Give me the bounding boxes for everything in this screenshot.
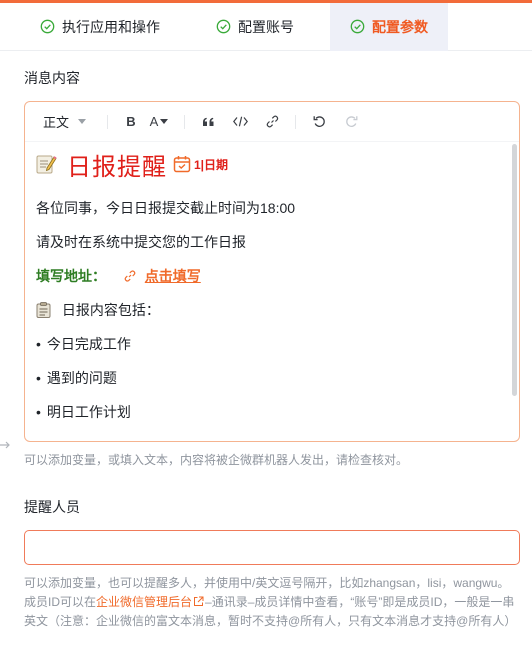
external-link-icon[interactable] — [193, 596, 204, 607]
tab-label: 执行应用和操作 — [62, 19, 160, 35]
font-color-icon: A — [149, 114, 159, 129]
message-content-label: 消息内容 — [24, 70, 80, 86]
toolbar-divider — [107, 114, 108, 129]
message-help-text: 可以添加变量，或填入文本，内容将被企微群机器人发出，请检查核对。 — [24, 453, 409, 467]
paragraph-style-value: 正文 — [43, 115, 70, 130]
check-circle-icon — [40, 19, 55, 34]
chevron-down-icon — [78, 119, 87, 124]
bullet-icon: • — [36, 404, 41, 420]
toolbar-divider — [184, 114, 185, 129]
heading-line: 日报提醒 1|日期 — [35, 148, 229, 181]
reminder-help-line-2: 成员ID可以在企业微信管理后台 –通讯录–成员详情中查看，“账号”即是成员ID，一… — [24, 595, 515, 609]
editor-toolbar: 正文 B A — [25, 102, 519, 142]
reminder-help-line-1: 可以添加变量，也可以提醒多人，并使用中/英文逗号隔开，比如zhangsan，li… — [24, 576, 510, 590]
tab-label: 配置账号 — [238, 19, 294, 35]
bold-icon: B — [126, 114, 136, 129]
step-tabs: 执行应用和操作 配置账号 配置参数 — [0, 3, 532, 51]
toolbar-divider — [295, 114, 296, 129]
drag-arrow-icon — [0, 441, 10, 449]
tab-account[interactable]: 配置账号 — [188, 3, 330, 51]
list-intro-text: 日报内容包括： — [61, 302, 160, 318]
rich-text-editor[interactable]: 正文 B A 日报提醒 1|日期 各位同事，今日日报提交截止时间为18:00 请… — [24, 101, 520, 442]
reminder-label: 提醒人员 — [24, 499, 80, 515]
undo-icon — [313, 116, 325, 127]
list-item: • 明日工作计划 — [36, 404, 131, 420]
code-icon — [232, 116, 248, 127]
heading-title: 日报提醒 — [67, 153, 167, 181]
link-icon — [266, 115, 278, 128]
address-label: 填写地址： — [36, 268, 106, 284]
redo-icon — [345, 116, 357, 127]
reminder-input[interactable] — [25, 531, 519, 564]
wecom-admin-link[interactable]: 企业微信管理后台 — [96, 595, 192, 609]
list-intro-line: 日报内容包括： — [36, 300, 160, 320]
tab-label: 配置参数 — [372, 19, 428, 35]
chevron-down-icon — [160, 118, 169, 124]
reminder-input-box — [24, 530, 520, 565]
clipboard-icon — [36, 302, 51, 318]
list-item: • 今日完成工作 — [36, 336, 131, 352]
list-item: • 遇到的问题 — [36, 370, 117, 386]
link-button[interactable] — [259, 109, 285, 135]
tab-params[interactable]: 配置参数 — [330, 3, 448, 51]
font-color-button[interactable]: A — [144, 109, 174, 135]
link-icon — [124, 270, 136, 282]
bold-button[interactable]: B — [118, 109, 144, 135]
redo-button[interactable] — [338, 109, 364, 135]
undo-button[interactable] — [306, 109, 332, 135]
quote-button[interactable] — [195, 109, 221, 135]
heading-date: 1|日期 — [194, 157, 229, 172]
calendar-icon — [173, 156, 191, 173]
bullet-icon: • — [36, 336, 41, 352]
address-line: 填写地址： 点击填写 — [36, 266, 201, 286]
check-circle-icon — [350, 19, 365, 34]
paragraph-style-select[interactable]: 正文 — [43, 112, 97, 131]
reminder-help-line-3: 英文（注意：企业微信的富文本消息，暂时不支持@所有人，只有文本消息才支持@所有人… — [24, 614, 517, 628]
bullet-icon: • — [36, 370, 41, 386]
fill-in-link[interactable]: 点击填写 — [145, 268, 201, 284]
content-line-1: 各位同事，今日日报提交截止时间为18:00 — [36, 200, 296, 216]
memo-icon — [36, 155, 57, 174]
tab-execute-app[interactable]: 执行应用和操作 — [0, 3, 188, 51]
editor-scrollbar[interactable] — [512, 144, 517, 396]
content-line-2: 请及时在系统中提交您的工作日报 — [36, 234, 246, 250]
code-button[interactable] — [227, 109, 253, 135]
check-circle-icon — [216, 19, 231, 34]
quote-icon — [202, 117, 213, 126]
